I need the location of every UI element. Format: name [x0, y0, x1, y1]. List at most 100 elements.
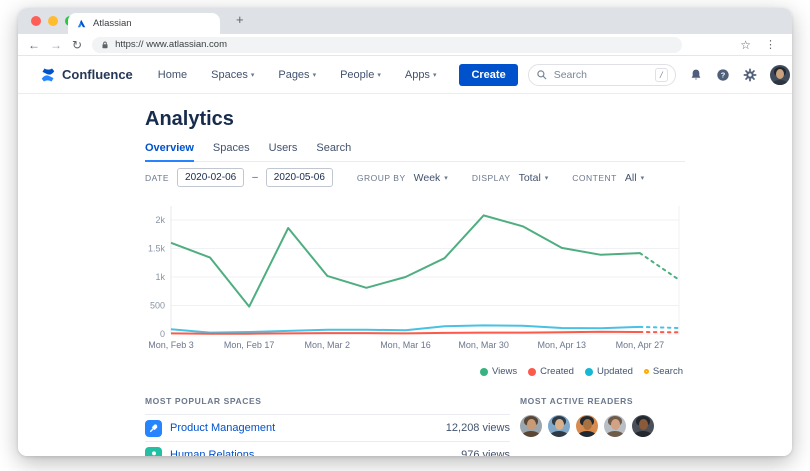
url-text: https:// www.atlassian.com	[115, 39, 227, 50]
date-from-input[interactable]: 2020-02-06	[177, 168, 244, 187]
filter-bar: DATE 2020-02-06 – 2020-05-06 GROUP BY We…	[145, 168, 644, 187]
search-input[interactable]: Search /	[528, 64, 676, 86]
page-title: Analytics	[145, 108, 234, 131]
svg-text:1.5k: 1.5k	[148, 244, 166, 254]
legend-swatch-icon	[480, 368, 488, 376]
chevron-down-icon: ▾	[377, 71, 381, 79]
legend-item-search[interactable]: Search	[644, 366, 683, 377]
svg-text:0: 0	[160, 329, 165, 339]
content-select[interactable]: All ▾	[625, 172, 644, 184]
browser-tab[interactable]: Atlassian	[68, 13, 220, 34]
svg-text:?: ?	[720, 70, 725, 79]
most-active-readers: MOST ACTIVE READERS	[520, 396, 685, 437]
reader-avatar[interactable]	[548, 415, 570, 437]
search-icon	[536, 69, 548, 81]
minimize-window-button[interactable]	[48, 16, 58, 26]
tab-spaces[interactable]: Spaces	[213, 142, 250, 162]
analytics-tabs: Overview Spaces Users Search	[145, 142, 685, 162]
chevron-down-icon: ▾	[433, 71, 437, 79]
tab-users[interactable]: Users	[269, 142, 298, 162]
legend-swatch-icon	[644, 369, 649, 374]
reader-avatar[interactable]	[632, 415, 654, 437]
address-bar[interactable]: https:// www.atlassian.com	[92, 37, 682, 53]
tab-title: Atlassian	[93, 18, 132, 29]
browser-tabstrip: Atlassian +	[18, 8, 792, 34]
content-label: CONTENT	[572, 173, 617, 183]
date-to-input[interactable]: 2020-05-06	[266, 168, 333, 187]
legend-item-updated[interactable]: Updated	[585, 366, 633, 377]
svg-text:Mon, Apr 27: Mon, Apr 27	[616, 340, 665, 350]
svg-text:Mon, Feb 3: Mon, Feb 3	[148, 340, 194, 350]
tab-overview[interactable]: Overview	[145, 142, 194, 162]
confluence-navbar: Confluence Home Spaces ▾ Pages ▾ People …	[18, 56, 792, 94]
nav-item-apps[interactable]: Apps ▾	[398, 69, 444, 81]
date-label: DATE	[145, 173, 169, 183]
legend-swatch-icon	[528, 368, 536, 376]
settings-gear-icon[interactable]	[743, 68, 757, 82]
display-label: DISPLAY	[472, 173, 511, 183]
active-readers-title: MOST ACTIVE READERS	[520, 396, 685, 406]
reader-avatar[interactable]	[576, 415, 598, 437]
reader-avatar[interactable]	[520, 415, 542, 437]
nav-item-people[interactable]: People ▾	[333, 69, 388, 81]
space-link[interactable]: Product Management	[170, 422, 275, 434]
create-button[interactable]: Create	[459, 64, 517, 86]
rocket-icon	[145, 420, 162, 437]
chevron-down-icon: ▾	[545, 174, 549, 182]
search-placeholder: Search	[554, 69, 649, 81]
chevron-down-icon: ▾	[313, 71, 317, 79]
svg-text:2k: 2k	[155, 215, 165, 225]
space-views: 12,208 views	[446, 422, 510, 434]
lock-icon	[101, 40, 109, 50]
close-window-button[interactable]	[31, 16, 41, 26]
nav-item-pages[interactable]: Pages ▾	[271, 69, 323, 81]
svg-text:Mon, Mar 30: Mon, Mar 30	[458, 340, 509, 350]
nav-item-home[interactable]: Home	[151, 69, 194, 81]
analytics-chart: 2k 1.5k 1k 500 0Mon, Feb 3 Mon, Feb 17 Mon, Ma…	[145, 194, 685, 362]
table-row: Product Management 12,208 views	[145, 415, 510, 442]
back-icon[interactable]: ←	[28, 39, 40, 51]
date-range-separator: –	[252, 172, 258, 183]
space-link[interactable]: Human Relations	[170, 449, 254, 456]
analytics-chart-svg: 2k 1.5k 1k 500 0Mon, Feb 3 Mon, Feb 17 Mon, Ma…	[145, 194, 685, 362]
atlassian-favicon-icon	[76, 18, 87, 29]
chevron-down-icon: ▾	[444, 174, 448, 182]
most-popular-spaces: MOST POPULAR SPACES Product Management 1…	[145, 396, 510, 456]
svg-text:Mon, Feb 17: Mon, Feb 17	[224, 340, 275, 350]
notifications-bell-icon[interactable]	[689, 68, 703, 82]
product-name: Confluence	[62, 67, 133, 82]
group-by-select[interactable]: Week ▾	[414, 172, 448, 184]
user-avatar[interactable]	[770, 65, 790, 85]
browser-window: Atlassian + ← → ↻ https:// www.atlassian…	[18, 8, 792, 456]
chart-legend: Views Created Updated Search	[145, 366, 685, 377]
browser-toolbar: ← → ↻ https:// www.atlassian.com ☆ ⋮	[18, 34, 792, 56]
new-tab-button[interactable]: +	[236, 12, 244, 27]
active-readers-avatars	[520, 415, 685, 437]
nav-item-spaces[interactable]: Spaces ▾	[204, 69, 261, 81]
help-icon[interactable]: ?	[716, 68, 730, 82]
svg-text:Mon, Apr 13: Mon, Apr 13	[538, 340, 587, 350]
reload-icon[interactable]: ↻	[72, 39, 82, 51]
search-shortcut-badge: /	[655, 68, 668, 82]
legend-swatch-icon	[585, 368, 593, 376]
navbar-right: Search / ?	[528, 64, 790, 86]
bookmark-star-icon[interactable]: ☆	[740, 38, 751, 52]
chevron-down-icon: ▾	[251, 71, 255, 79]
legend-item-created[interactable]: Created	[528, 366, 574, 377]
forward-icon[interactable]: →	[50, 39, 62, 51]
confluence-mark-icon	[40, 67, 56, 83]
svg-text:500: 500	[150, 301, 165, 311]
group-by-label: GROUP BY	[357, 173, 406, 183]
toolbar-right: ☆ ⋮	[740, 38, 782, 52]
svg-text:1k: 1k	[155, 272, 165, 282]
reader-avatar[interactable]	[604, 415, 626, 437]
table-row: Human Relations 976 views	[145, 442, 510, 456]
confluence-logo[interactable]: Confluence	[40, 67, 133, 83]
tab-search[interactable]: Search	[316, 142, 351, 162]
chevron-down-icon: ▾	[641, 174, 645, 182]
space-views: 976 views	[461, 449, 510, 456]
legend-item-views[interactable]: Views	[480, 366, 517, 377]
person-icon	[145, 447, 162, 457]
display-select[interactable]: Total ▾	[519, 172, 549, 184]
browser-menu-icon[interactable]: ⋮	[765, 38, 776, 51]
